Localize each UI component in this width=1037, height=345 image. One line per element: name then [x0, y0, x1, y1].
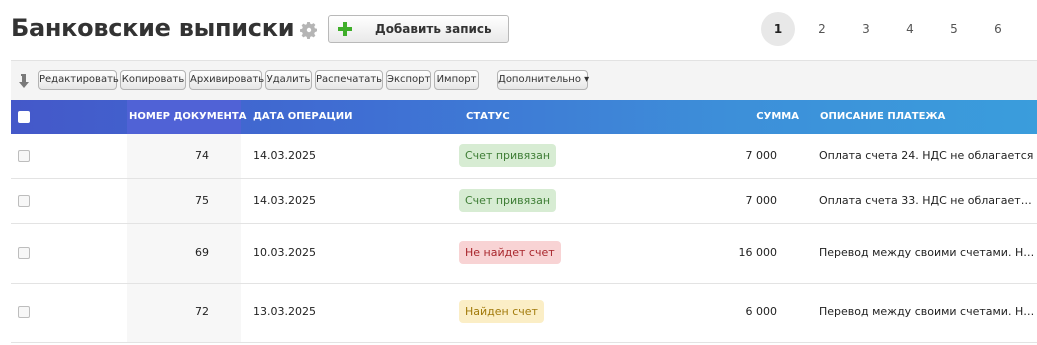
page-3[interactable]: 3 — [849, 12, 883, 46]
row-checkbox[interactable] — [18, 247, 30, 259]
column-number[interactable]: НОМЕР ДОКУМЕНТА — [129, 100, 246, 134]
copy-button[interactable]: Копировать — [120, 70, 186, 90]
column-status[interactable]: СТАТУС — [466, 100, 510, 134]
column-sum[interactable]: СУММА — [711, 100, 799, 134]
document-number: 69 — [195, 246, 209, 259]
gear-icon[interactable] — [299, 20, 319, 40]
import-button[interactable]: Импорт — [434, 70, 479, 90]
column-description[interactable]: ОПИСАНИЕ ПЛАТЕЖА — [820, 100, 945, 134]
page-6[interactable]: 6 — [981, 12, 1015, 46]
archive-button[interactable]: Архивировать — [189, 70, 264, 90]
arrow-down-icon[interactable] — [19, 73, 33, 89]
page-title: Банковские выписки — [11, 14, 295, 42]
export-button[interactable]: Экспорт — [386, 70, 431, 90]
table-row[interactable]: 74 14.03.2025 Счет привязан 7 000 Оплата… — [11, 134, 1037, 179]
amount: 6 000 — [745, 305, 778, 318]
plus-icon — [338, 22, 352, 36]
table-row[interactable]: 72 13.03.2025 Найден счет 6 000 Перевод … — [11, 284, 1037, 343]
status-badge: Счет привязан — [459, 144, 557, 167]
row-checkbox[interactable] — [18, 306, 30, 318]
page-header: Банковские выписки Добавить запись 1 2 3… — [0, 0, 1037, 60]
table-row[interactable]: 75 14.03.2025 Счет привязан 7 000 Оплата… — [11, 179, 1037, 224]
payment-description: Перевод между своими счетами. НДС не обл… — [819, 246, 1035, 259]
page-5[interactable]: 5 — [937, 12, 971, 46]
row-checkbox[interactable] — [18, 195, 30, 207]
operation-date: 13.03.2025 — [253, 305, 316, 318]
delete-button[interactable]: Удалить — [265, 70, 312, 90]
document-number: 75 — [195, 194, 209, 207]
operation-date: 14.03.2025 — [253, 194, 316, 207]
row-checkbox[interactable] — [18, 150, 30, 162]
table-row[interactable]: 69 10.03.2025 Не найдет счет 16 000 Пере… — [11, 224, 1037, 284]
operation-date: 14.03.2025 — [253, 149, 316, 162]
amount: 16 000 — [738, 246, 778, 259]
status-badge: Счет привязан — [459, 189, 557, 212]
payment-description: Перевод между своими счетами. НДС не обл… — [819, 305, 1035, 318]
print-button[interactable]: Распечатать — [315, 70, 383, 90]
page-4[interactable]: 4 — [893, 12, 927, 46]
status-badge: Не найдет счет — [459, 241, 561, 264]
more-dropdown[interactable]: Дополнительно ▾ — [497, 70, 589, 90]
payment-description: Оплата счета 24. НДС не облагается — [819, 149, 1034, 162]
column-date[interactable]: ДАТА ОПЕРАЦИИ — [253, 100, 352, 134]
toolbar: Редактировать Копировать Архивировать Уд… — [11, 60, 1037, 101]
page-2[interactable]: 2 — [805, 12, 839, 46]
operation-date: 10.03.2025 — [253, 246, 316, 259]
edit-button[interactable]: Редактировать — [38, 70, 119, 90]
amount: 7 000 — [745, 194, 778, 207]
amount: 7 000 — [745, 149, 778, 162]
status-badge: Найден счет — [459, 300, 544, 323]
add-record-label: Добавить запись — [375, 22, 492, 36]
document-number: 74 — [195, 149, 209, 162]
table-header: НОМЕР ДОКУМЕНТА ДАТА ОПЕРАЦИИ СТАТУС СУМ… — [11, 100, 1037, 134]
select-all-checkbox[interactable] — [18, 111, 30, 123]
document-number: 72 — [195, 305, 209, 318]
add-record-button[interactable]: Добавить запись — [328, 15, 509, 43]
payment-description: Оплата счета 33. НДС не облагается. — [819, 194, 1035, 207]
page-1[interactable]: 1 — [761, 12, 795, 46]
